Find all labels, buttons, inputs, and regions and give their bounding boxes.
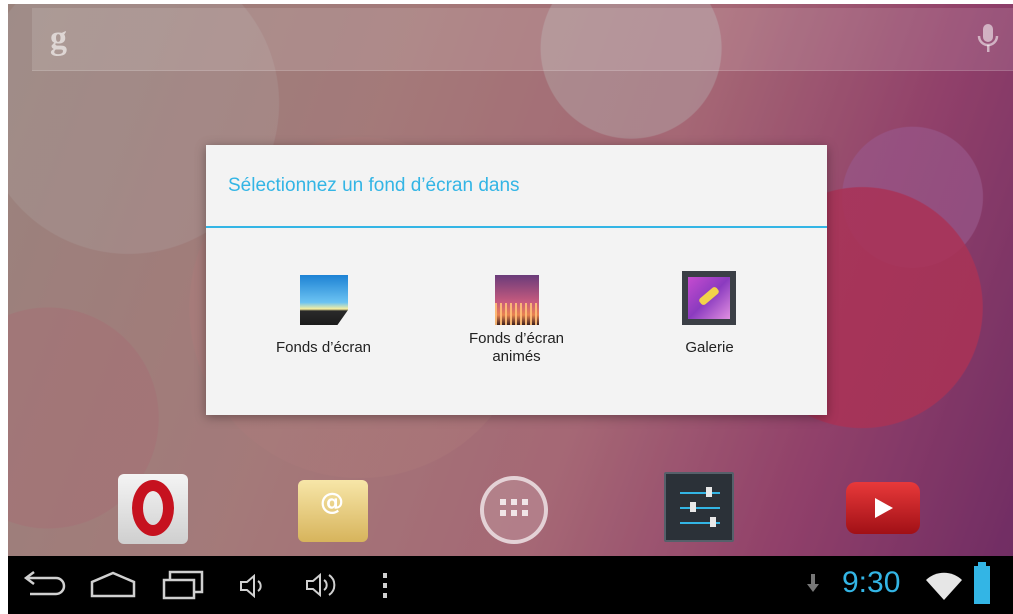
option-live-wallpapers[interactable]: Fonds d’écran animés: [413, 241, 620, 401]
wallpaper-chooser-dialog: Sélectionnez un fond d’écran dans Fonds …: [206, 145, 827, 415]
back-icon[interactable]: [20, 570, 66, 600]
status-clock: 9:30: [842, 566, 901, 599]
option-label: Fonds d’écran animés: [468, 330, 565, 365]
google-g-icon[interactable]: g: [50, 20, 67, 58]
option-wallpapers[interactable]: Fonds d’écran: [220, 241, 427, 401]
volume-down-icon[interactable]: [238, 574, 268, 598]
dialog-divider: [206, 226, 827, 228]
recents-icon[interactable]: [160, 570, 206, 600]
system-navigation-bar: 9:30: [8, 556, 1013, 614]
battery-icon: [974, 562, 990, 604]
volume-up-icon[interactable]: [304, 572, 344, 598]
email-icon[interactable]: [298, 480, 368, 542]
settings-icon[interactable]: [664, 472, 734, 542]
wallpaper-icon: [300, 275, 348, 325]
gallery-icon: [682, 271, 736, 325]
all-apps-icon[interactable]: [480, 476, 548, 544]
live-wallpaper-icon: [495, 275, 539, 325]
youtube-icon[interactable]: [846, 482, 920, 534]
wifi-icon: [926, 572, 962, 600]
dialog-title: Sélectionnez un fond d’écran dans: [228, 175, 520, 196]
option-gallery[interactable]: Galerie: [606, 241, 813, 401]
mic-icon[interactable]: [977, 22, 999, 54]
opera-icon[interactable]: [118, 474, 188, 544]
google-search-bar[interactable]: g: [32, 8, 1013, 71]
download-icon: [807, 574, 819, 592]
home-icon[interactable]: [88, 570, 138, 600]
option-label: Fonds d’écran: [275, 339, 372, 356]
app-dock: [8, 470, 1013, 556]
menu-icon[interactable]: [380, 572, 390, 600]
option-label: Galerie: [685, 339, 734, 356]
